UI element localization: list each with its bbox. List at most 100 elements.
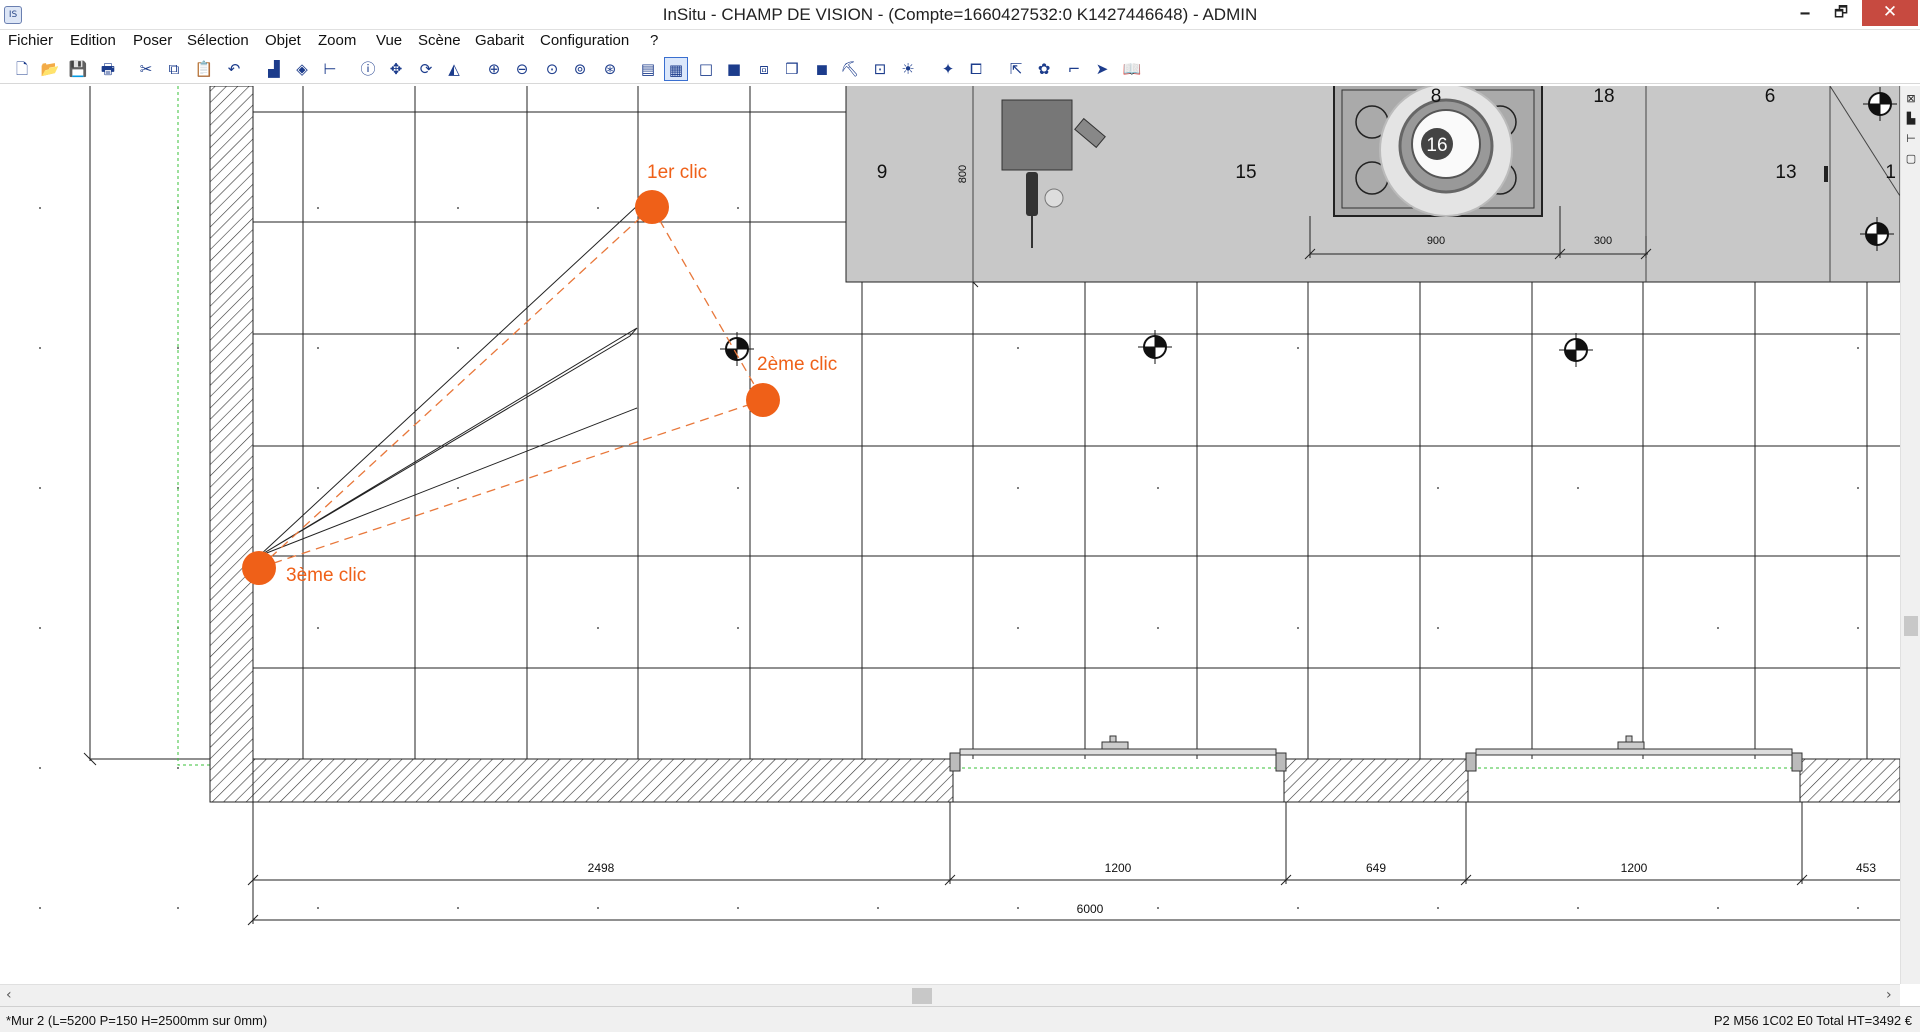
- wand-icon[interactable]: ✦: [936, 57, 960, 81]
- vision-dashed-lines: [258, 206, 764, 569]
- click-label-3: 3ème clic: [286, 565, 366, 586]
- wall-bottom-3[interactable]: [1799, 758, 1900, 803]
- menu-vue[interactable]: Vue: [376, 32, 402, 49]
- menu-edition[interactable]: Edition: [70, 32, 116, 49]
- menu-help[interactable]: ?: [650, 32, 658, 49]
- paste-icon[interactable]: 📋: [192, 57, 216, 81]
- save-icon[interactable]: 💾: [66, 57, 90, 81]
- new-file-icon[interactable]: 🗋: [10, 57, 34, 81]
- light-fixture-icon[interactable]: [1559, 333, 1593, 367]
- element-label-16: 16: [1426, 135, 1447, 156]
- menu-gabarit[interactable]: Gabarit: [475, 32, 524, 49]
- menu-bar: Fichier Edition Poser Sélection Objet Zo…: [0, 30, 1920, 52]
- menu-selection[interactable]: Sélection: [187, 32, 249, 49]
- camera-photo-icon[interactable]: ⊡: [868, 57, 892, 81]
- light-fixture-icon[interactable]: [1138, 330, 1172, 364]
- zoom-out-icon[interactable]: ⊖: [510, 57, 534, 81]
- rotate-icon[interactable]: ⟳: [414, 57, 438, 81]
- open-folder-icon[interactable]: 📂: [38, 57, 62, 81]
- menu-fichier[interactable]: Fichier: [8, 32, 53, 49]
- side-pin-icon[interactable]: ⊠: [1903, 90, 1919, 108]
- side-wall-icon[interactable]: ▙: [1903, 110, 1919, 128]
- line-tool-icon[interactable]: ⌐: [1062, 57, 1086, 81]
- close-button[interactable]: ✕: [1862, 0, 1918, 26]
- cut-icon[interactable]: ✂: [134, 57, 158, 81]
- dimension-label: 453: [1856, 861, 1876, 875]
- zoom-previous-icon[interactable]: ⊛: [598, 57, 622, 81]
- sketchup-icon[interactable]: ◈: [290, 57, 314, 81]
- vision-triangle: [258, 327, 638, 557]
- dimension-label: 2498: [588, 861, 615, 875]
- wall-left[interactable]: [209, 86, 254, 803]
- click-label-2: 2ème clic: [757, 354, 837, 375]
- menu-poser[interactable]: Poser: [133, 32, 172, 49]
- side-dimension-icon[interactable]: ⊢: [1903, 130, 1919, 148]
- measure-icon[interactable]: ⊢: [318, 57, 342, 81]
- frame-view-icon[interactable]: □: [694, 57, 718, 81]
- light-fixture-icon[interactable]: [720, 332, 754, 366]
- click-marker-1[interactable]: [635, 190, 669, 224]
- element-label-18: 18: [1593, 86, 1614, 107]
- click-marker-3[interactable]: [242, 551, 276, 585]
- window-2[interactable]: [1465, 735, 1803, 772]
- horizontal-scrollbar[interactable]: ‹ ›: [0, 984, 1900, 1006]
- export-icon[interactable]: ⇱: [1004, 57, 1028, 81]
- fill-view-icon[interactable]: ■: [722, 57, 746, 81]
- menu-objet[interactable]: Objet: [265, 32, 301, 49]
- layers-icon[interactable]: ▤: [636, 57, 660, 81]
- arrow-tool-icon[interactable]: ➤: [1090, 57, 1114, 81]
- status-totals: P2 M56 1C02 E0 Total HT=3492 €: [1713, 1013, 1912, 1028]
- stairs-icon[interactable]: ▟: [262, 57, 286, 81]
- menu-zoom[interactable]: Zoom: [318, 32, 356, 49]
- sink-basin[interactable]: [1001, 99, 1073, 171]
- palette-icon[interactable]: ✿: [1032, 57, 1056, 81]
- box-group-icon[interactable]: ⧠: [964, 57, 988, 81]
- solid-view-icon[interactable]: ◼: [810, 57, 834, 81]
- maximize-button[interactable]: 🗗: [1826, 0, 1856, 26]
- dot-grid: [39, 207, 1859, 909]
- box-view-icon[interactable]: ⧈: [752, 57, 776, 81]
- zoom-window-icon[interactable]: ⊙: [540, 57, 564, 81]
- scroll-left-icon[interactable]: ‹: [6, 987, 12, 1003]
- info-icon[interactable]: ⓘ: [356, 57, 380, 81]
- window-1[interactable]: [949, 735, 1287, 772]
- vertical-scrollbar[interactable]: ⊠ ▙ ⊢ ▢: [1900, 86, 1920, 984]
- minimize-button[interactable]: 🗕: [1790, 0, 1820, 26]
- plan-drawing: 9 15 8 18 6 16 13 1 800 900 300 2498 120…: [39, 86, 1900, 926]
- vision-edge: [258, 205, 638, 557]
- mirror-icon[interactable]: ◭: [442, 57, 466, 81]
- cube-view-icon[interactable]: ❒: [780, 57, 804, 81]
- move-icon[interactable]: ✥: [384, 57, 408, 81]
- toolbar: 🗋 📂 💾 🖶 ✂ ⧉ 📋 ↶ ▟ ◈ ⊢ ⓘ ✥ ⟳ ◭ ⊕ ⊖ ⊙ ⊚ ⊛ …: [0, 54, 1920, 84]
- zoom-in-icon[interactable]: ⊕: [482, 57, 506, 81]
- undo-icon[interactable]: ↶: [222, 57, 246, 81]
- plan-view-icon[interactable]: ▦: [664, 57, 688, 81]
- counter-depth-label: 800: [957, 165, 969, 183]
- copy-icon[interactable]: ⧉: [162, 57, 186, 81]
- wall-bottom-1[interactable]: [252, 758, 954, 803]
- light-icon[interactable]: ☀: [896, 57, 920, 81]
- side-page-icon[interactable]: ▢: [1903, 150, 1919, 168]
- counter-handle: [1824, 166, 1828, 182]
- dimension-label: 1200: [1621, 861, 1648, 875]
- menu-configuration[interactable]: Configuration: [540, 32, 629, 49]
- print-icon[interactable]: 🖶: [96, 57, 120, 81]
- element-label-6: 6: [1765, 86, 1776, 107]
- side-width-label: 300: [1594, 235, 1612, 247]
- menu-scene[interactable]: Scène: [418, 32, 461, 49]
- click-marker-2[interactable]: [746, 383, 780, 417]
- dimension-label: 1200: [1105, 861, 1132, 875]
- element-label-1: 1: [1885, 162, 1896, 183]
- catalog-icon[interactable]: 📖: [1120, 57, 1144, 81]
- element-label-9: 9: [877, 162, 888, 183]
- vertical-scroll-thumb[interactable]: [1904, 616, 1918, 636]
- plan-canvas[interactable]: 9 15 8 18 6 16 13 1 800 900 300 2498 120…: [0, 86, 1900, 984]
- scroll-right-icon[interactable]: ›: [1886, 987, 1892, 1003]
- window-title: InSitu - CHAMP DE VISION - (Compte=16604…: [662, 5, 1258, 24]
- horizontal-scroll-thumb[interactable]: [912, 988, 932, 1004]
- dimension-label-total: 6000: [1077, 902, 1104, 916]
- click-label-1: 1er clic: [647, 162, 707, 183]
- wall-bottom-2[interactable]: [1283, 758, 1469, 803]
- zoom-fit-icon[interactable]: ⊚: [568, 57, 592, 81]
- camera-icon[interactable]: ⛏: [838, 57, 862, 81]
